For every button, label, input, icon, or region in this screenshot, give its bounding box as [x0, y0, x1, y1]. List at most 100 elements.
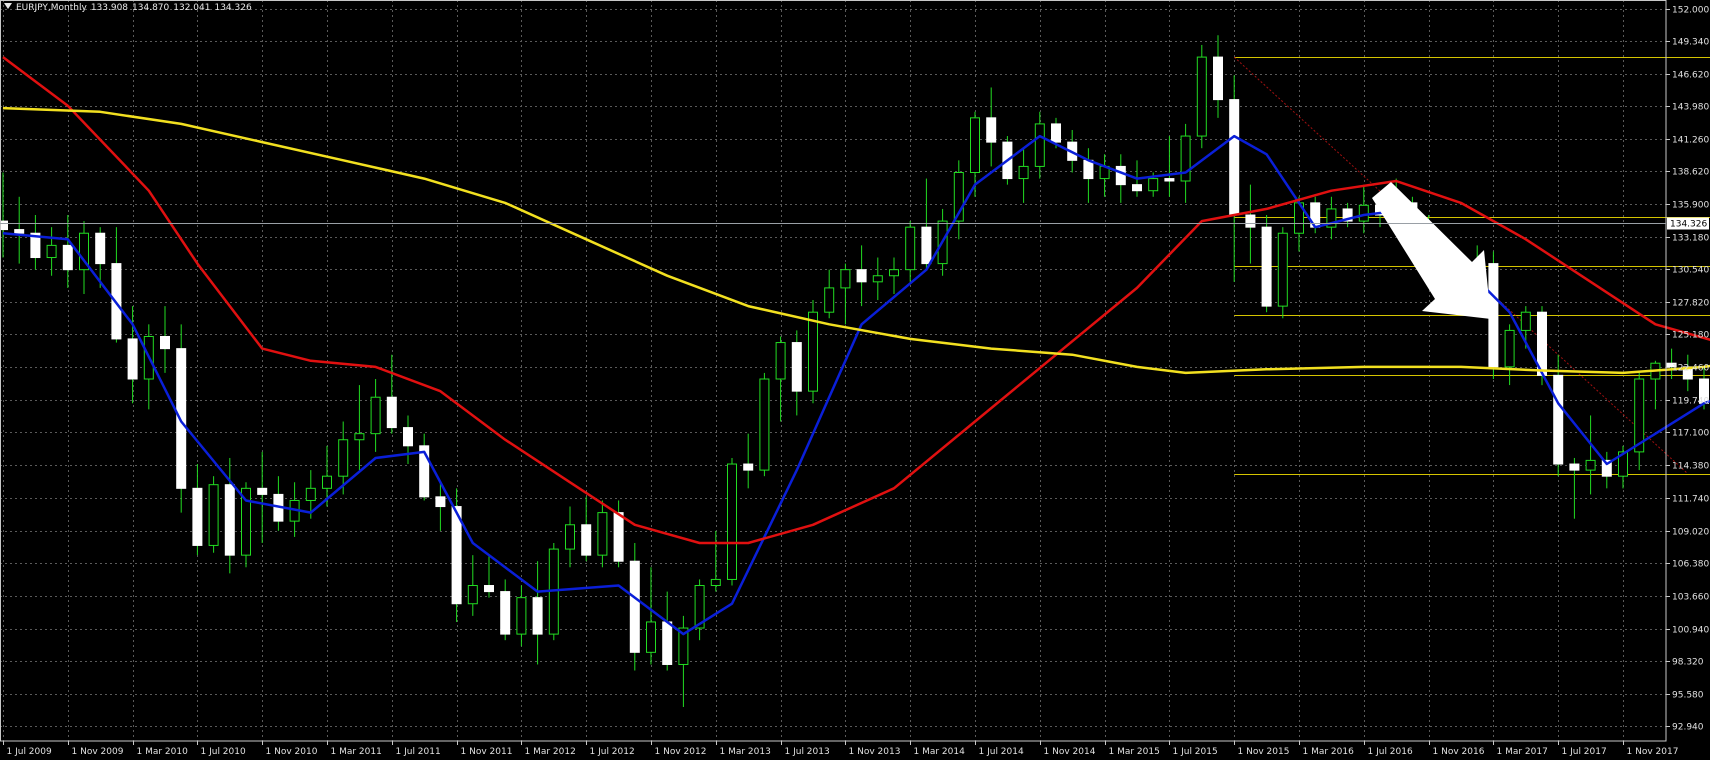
y-tick-label: 135.900 — [1672, 201, 1709, 211]
x-tick-label: 1 Mar 2017 — [1497, 747, 1548, 757]
candle-body — [1261, 226, 1272, 307]
x-tick-label: 1 Nov 2009 — [72, 747, 124, 757]
candle-body — [970, 117, 980, 173]
symbol-label: EURJPY,Monthly — [16, 3, 87, 13]
y-tick-label: 127.820 — [1672, 299, 1709, 309]
candle-body — [1504, 329, 1515, 368]
candle-body — [192, 487, 203, 546]
candle-body — [581, 524, 592, 556]
candle-body — [1018, 165, 1029, 180]
candle-body — [224, 484, 235, 556]
y-tick-label: 114.380 — [1672, 462, 1709, 472]
y-tick-label: 98.320 — [1672, 658, 1704, 668]
x-tick-label: 1 Mar 2011 — [331, 747, 382, 757]
price-chart[interactable]: 100.061.850.038.223.60.0 152.000149.3401… — [0, 0, 1710, 760]
candle-body — [565, 524, 575, 550]
candle-body — [208, 484, 219, 546]
candle-body — [14, 229, 25, 234]
candle-body — [1196, 56, 1207, 137]
x-tick-label: 1 Jul 2010 — [201, 747, 246, 757]
candle-body — [1277, 232, 1288, 307]
candle-body — [160, 335, 170, 350]
y-tick-label: 125.180 — [1672, 331, 1709, 341]
ohlc-close: 134.326 — [214, 3, 252, 13]
candle-body — [986, 117, 997, 143]
candle-body — [840, 269, 851, 289]
y-tick-label: 141.260 — [1672, 136, 1709, 146]
y-tick-label: 103.660 — [1672, 593, 1709, 603]
x-tick-label: 1 Mar 2012 — [525, 747, 576, 757]
candle-body — [95, 232, 106, 265]
y-tick-label: 138.620 — [1672, 168, 1709, 178]
candle-body — [662, 621, 673, 665]
y-tick-label: 146.620 — [1672, 71, 1709, 81]
candle-body — [1569, 463, 1580, 471]
candle-body — [0, 220, 8, 231]
candle-body — [1585, 459, 1596, 471]
x-tick-label: 1 Jul 2012 — [590, 747, 635, 757]
candle-body — [824, 287, 835, 313]
candle-body — [127, 338, 138, 380]
candle-body — [516, 597, 527, 635]
candle-body — [775, 342, 786, 380]
y-tick-label: 122.460 — [1672, 364, 1709, 374]
x-tick-label: 1 Mar 2010 — [137, 747, 189, 757]
candle-body — [905, 226, 916, 271]
x-tick-label: 1 Nov 2010 — [266, 747, 318, 757]
candle-body — [872, 275, 883, 283]
candle-body — [500, 591, 511, 635]
x-tick-label: 1 Nov 2015 — [1238, 747, 1290, 757]
current-price-label: 134.326 — [1670, 220, 1707, 230]
candle-body — [808, 311, 818, 392]
candle-body — [532, 597, 543, 635]
candle-body — [1148, 178, 1159, 192]
chevron-down-icon[interactable] — [4, 3, 12, 9]
candle-body — [1034, 123, 1045, 167]
candle-body — [597, 512, 608, 556]
candle-body — [176, 348, 187, 489]
candle-body — [1229, 99, 1240, 216]
x-tick-label: 1 Jul 2011 — [396, 747, 441, 757]
candle-body — [1115, 165, 1126, 186]
x-tick-label: 1 Nov 2014 — [1044, 747, 1096, 757]
ohlc-high: 134.870 — [132, 3, 170, 13]
candle-body — [354, 433, 365, 441]
candle-body — [856, 269, 867, 283]
candle-body — [1132, 184, 1142, 192]
candle-body — [629, 560, 640, 653]
candle-body — [467, 585, 478, 605]
y-tick-label: 149.340 — [1672, 38, 1709, 48]
x-tick-label: 1 Nov 2016 — [1433, 747, 1485, 757]
ohlc-low: 132.041 — [173, 3, 211, 13]
candle-body — [435, 496, 446, 508]
x-tick-label: 1 Jul 2015 — [1173, 747, 1218, 757]
candle-body — [791, 342, 802, 392]
candle-body — [257, 487, 268, 495]
y-tick-label: 106.380 — [1672, 560, 1709, 570]
x-tick-label: 1 Jul 2014 — [979, 747, 1024, 757]
candle-body — [1553, 374, 1564, 465]
candle-body — [921, 226, 932, 265]
candle-body — [338, 439, 349, 477]
x-tick-label: 1 Jul 2016 — [1368, 747, 1413, 757]
y-tick-label: 92.940 — [1672, 723, 1704, 733]
candle-body — [1180, 135, 1191, 182]
x-tick-label: 1 Nov 2017 — [1627, 747, 1679, 757]
candle-body — [1164, 178, 1175, 182]
y-tick-label: 95.580 — [1672, 691, 1704, 701]
candle-body — [613, 512, 624, 562]
candle-body — [484, 585, 494, 593]
x-tick-label: 1 Mar 2015 — [1109, 747, 1160, 757]
candle-body — [322, 475, 332, 489]
y-tick-label: 143.980 — [1672, 103, 1709, 113]
candle-body — [386, 396, 397, 429]
candle-body — [403, 427, 413, 447]
chart-background — [0, 0, 1710, 760]
y-tick-label: 133.180 — [1672, 234, 1709, 244]
candle-body — [62, 244, 73, 271]
y-tick-label: 152.000 — [1672, 6, 1709, 16]
candle-body — [759, 378, 770, 471]
x-tick-label: 1 Mar 2014 — [914, 747, 966, 757]
candle-body — [889, 269, 899, 277]
x-tick-label: 1 Nov 2013 — [849, 747, 901, 757]
